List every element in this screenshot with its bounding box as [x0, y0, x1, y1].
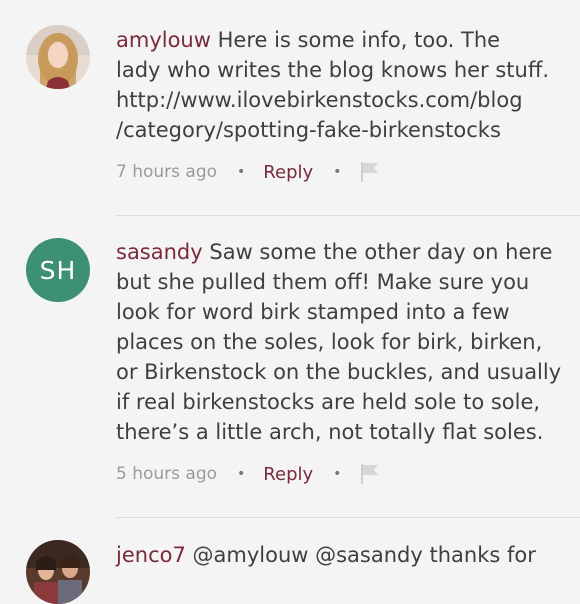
divider: [116, 517, 580, 518]
avatar-jenco7[interactable]: [26, 540, 90, 604]
comment-line: there’s a little arch, not totally flat …: [116, 420, 544, 444]
comment-line: @amylouw @sasandy thanks for: [192, 543, 536, 567]
reply-button[interactable]: Reply: [263, 464, 313, 485]
avatar-amylouw[interactable]: [26, 25, 90, 89]
comment-line: places on the soles, look for birk, birk…: [116, 330, 543, 354]
flag-icon[interactable]: [359, 463, 381, 485]
comment-line: or Birkenstock on the buckles, and usual…: [116, 360, 562, 384]
comment-text: jenco7 @amylouw @sasandy thanks for: [116, 540, 562, 570]
comment-line: Here is some info, too. The: [217, 28, 501, 52]
username-link[interactable]: sasandy: [116, 240, 203, 264]
comment-line: look for word birk stamped into a few: [116, 300, 510, 324]
divider: [116, 215, 580, 216]
comment-line: lady who writes the blog knows her stuff…: [116, 58, 549, 82]
username-link[interactable]: jenco7: [116, 543, 186, 567]
comment-text: sasandy Saw some the other day on here b…: [116, 237, 562, 447]
comment-meta: 5 hours ago • Reply •: [116, 461, 381, 487]
comment-line: if real birkenstocks are held sole to so…: [116, 390, 541, 414]
comment-text: amylouw Here is some info, too. The lady…: [116, 25, 562, 145]
username-link[interactable]: amylouw: [116, 28, 211, 52]
avatar-initials: SH: [39, 255, 77, 285]
comment-meta: 7 hours ago • Reply •: [116, 159, 381, 185]
reply-button[interactable]: Reply: [263, 162, 313, 183]
separator: •: [237, 164, 246, 180]
separator: •: [237, 466, 246, 482]
comment-link-line[interactable]: /category/spotting-fake-birkenstocks: [116, 115, 562, 145]
separator: •: [333, 466, 342, 482]
avatar-sasandy[interactable]: SH: [26, 238, 90, 302]
timestamp: 5 hours ago: [116, 464, 218, 484]
comment-link-line[interactable]: http://www.ilovebirkenstocks.com/blog: [116, 85, 562, 115]
comment-line: but she pulled them off! Make sure you: [116, 270, 530, 294]
flag-icon[interactable]: [359, 161, 381, 183]
comment-line: Saw some the other day on here: [209, 240, 553, 264]
timestamp: 7 hours ago: [116, 162, 218, 182]
separator: •: [333, 164, 342, 180]
